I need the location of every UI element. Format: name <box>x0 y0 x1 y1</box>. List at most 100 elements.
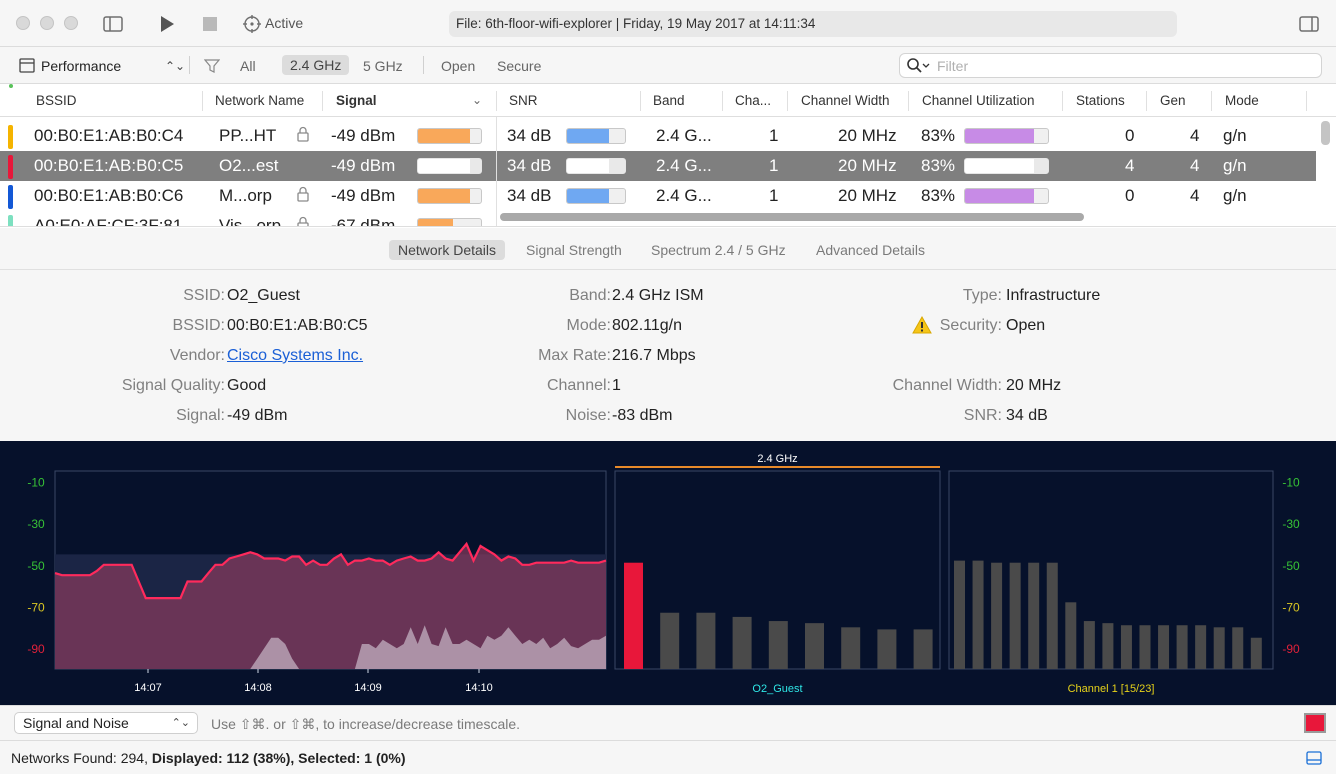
table-header: BSSID Network Name Signal ⌄ SNR Band Cha… <box>0 84 1336 117</box>
band-cell: 2.4 G... <box>656 156 712 175</box>
column-separator <box>496 91 497 111</box>
channel-cell: 1 <box>769 186 779 205</box>
network-table: 00:B0:E1:AB:B0:C4 PP...HT -49 dBm 34 dB 2.4 … <box>0 117 1336 227</box>
table-row[interactable]: 00:B0:E1:AB:B0:C6 M...orp -49 dBm 34 dB 2.4 … <box>0 181 1316 211</box>
column-separator <box>640 91 641 111</box>
network-name-cell: O2...est <box>219 156 279 175</box>
horizontal-scrollbar[interactable] <box>500 213 1084 221</box>
view-select[interactable]: Performance <box>41 58 121 74</box>
signal-quality-value: Good <box>227 377 267 394</box>
channel-bar <box>768 621 788 669</box>
funnel-icon[interactable] <box>203 58 221 77</box>
column-gen[interactable]: Gen <box>1160 93 1186 108</box>
bssid-cell: 00:B0:E1:AB:B0:C5 <box>34 156 184 175</box>
column-band[interactable]: Band <box>653 93 685 108</box>
app-window: Active File: 6th-floor-wifi-explorer | F… <box>0 0 1336 774</box>
table-row[interactable]: 00:B0:E1:AB:B0:C4 PP...HT -49 dBm 34 dB 2.4 … <box>0 121 1316 151</box>
column-channel[interactable]: Cha... <box>735 93 771 108</box>
snr-bar <box>566 158 626 174</box>
filter-toolbar: Performance ⌃⌄ All 2.4 GHz 5 GHz Open Se… <box>0 47 1336 84</box>
gen-cell: 4 <box>1190 186 1200 205</box>
column-channel-width[interactable]: Channel Width <box>801 93 890 108</box>
tab-network-details[interactable]: Network Details <box>389 240 506 260</box>
network-color-marker <box>8 155 13 179</box>
y-tick-label-left: -10 <box>27 475 45 489</box>
channel-network-bar <box>1139 625 1151 669</box>
filter-open[interactable]: Open <box>441 58 475 74</box>
band-cell: 2.4 G... <box>656 186 712 205</box>
bssid-cell: 00:B0:E1:AB:B0:C6 <box>34 186 184 205</box>
graph-mode-select[interactable]: Signal and Noise ⌃⌄ <box>14 712 198 734</box>
utilization-bar <box>964 158 1049 174</box>
channel-network-bar <box>1213 627 1225 669</box>
tab-advanced-details[interactable]: Advanced Details <box>807 240 934 260</box>
stations-cell: 4 <box>1125 156 1135 175</box>
panel-toggle-icon[interactable] <box>1306 751 1322 768</box>
x-tick-label: 14:07 <box>134 682 162 694</box>
play-icon[interactable] <box>158 14 176 34</box>
column-separator <box>202 91 203 111</box>
band-cell: 2.4 G... <box>656 126 712 145</box>
sidebar-toggle-icon[interactable] <box>103 14 123 34</box>
channel-bar <box>624 562 643 669</box>
zoom-window-button[interactable] <box>64 16 78 30</box>
channel-network-bar <box>1028 562 1040 669</box>
tab-signal-strength[interactable]: Signal Strength <box>517 240 631 260</box>
channel-network-bar <box>1232 627 1244 669</box>
column-bssid[interactable]: BSSID <box>36 93 77 108</box>
channel-width-cell: 20 MHz <box>838 186 897 205</box>
filter-search-field[interactable]: Filter <box>899 53 1322 78</box>
filter-2-4ghz[interactable]: 2.4 GHz <box>282 55 350 75</box>
signal-cell: -49 dBm <box>331 186 396 205</box>
title-bar: Active File: 6th-floor-wifi-explorer | F… <box>0 0 1336 47</box>
type-value: Infrastructure <box>1006 287 1101 304</box>
table-row[interactable]: 00:B0:E1:AB:B0:C5 O2...est -49 dBm 34 dB 2.4… <box>0 151 1316 181</box>
inspector-toggle-icon[interactable] <box>1299 14 1319 34</box>
signal-quality-label: Signal Quality: <box>121 377 225 394</box>
close-window-button[interactable] <box>16 16 30 30</box>
column-separator <box>722 91 723 111</box>
noise-value: -83 dBm <box>612 407 673 424</box>
column-snr[interactable]: SNR <box>509 93 538 108</box>
vertical-scrollbar[interactable] <box>1321 121 1330 145</box>
x-tick-label: 14:10 <box>465 682 493 694</box>
tab-spectrum[interactable]: Spectrum 2.4 / 5 GHz <box>642 240 795 260</box>
column-network-name[interactable]: Network Name <box>215 93 304 108</box>
y-tick-label-right: -30 <box>1282 517 1300 531</box>
channel-network-bar <box>991 562 1003 669</box>
signal-graph: -10 -10 -30 -30 -50 -50 -70 -70 -90 -90 14:07 14:08… <box>27 453 1300 695</box>
network-details-panel: SSID: O2_Guest BSSID: 00:B0:E1:AB:B0:C5 … <box>0 270 1336 441</box>
column-signal[interactable]: Signal <box>336 93 377 108</box>
filter-all[interactable]: All <box>240 58 256 74</box>
sort-chevron-icon[interactable]: ⌄ <box>472 93 482 107</box>
table-marker <box>9 84 13 88</box>
mode-label: Mode: <box>566 317 611 334</box>
noise-label: Noise: <box>565 407 611 424</box>
signal-cell: -49 dBm <box>331 156 396 175</box>
column-channel-utilization[interactable]: Channel Utilization <box>922 93 1035 108</box>
filter-secure[interactable]: Secure <box>497 58 541 74</box>
vendor-link[interactable]: Cisco Systems Inc. <box>227 347 363 365</box>
divider <box>423 56 424 74</box>
column-stations[interactable]: Stations <box>1076 93 1125 108</box>
x-tick-label: 14:08 <box>244 682 272 694</box>
channel-network-bar <box>1065 602 1077 669</box>
networks-found-label: Networks Found: 294, <box>11 750 152 766</box>
channel-bar <box>877 629 897 669</box>
minimize-window-button[interactable] <box>40 16 54 30</box>
series-color-swatch[interactable] <box>1304 713 1326 733</box>
lock-icon <box>297 216 309 226</box>
stations-cell: 0 <box>1125 126 1135 145</box>
channel-value: 1 <box>612 377 621 394</box>
channel-width-cell: 20 MHz <box>838 126 897 145</box>
column-mode[interactable]: Mode <box>1225 93 1259 108</box>
filter-5ghz[interactable]: 5 GHz <box>363 58 403 74</box>
y-tick-label-left: -30 <box>27 517 45 531</box>
channel-bar <box>660 612 680 669</box>
stop-icon[interactable] <box>202 14 218 34</box>
y-tick-label-left: -50 <box>27 559 45 573</box>
snr-bar <box>566 128 626 144</box>
channel-network-bar <box>1176 625 1188 669</box>
band-title: 2.4 GHz <box>757 453 797 465</box>
view-select-chevron-icon[interactable]: ⌃⌄ <box>165 59 185 73</box>
